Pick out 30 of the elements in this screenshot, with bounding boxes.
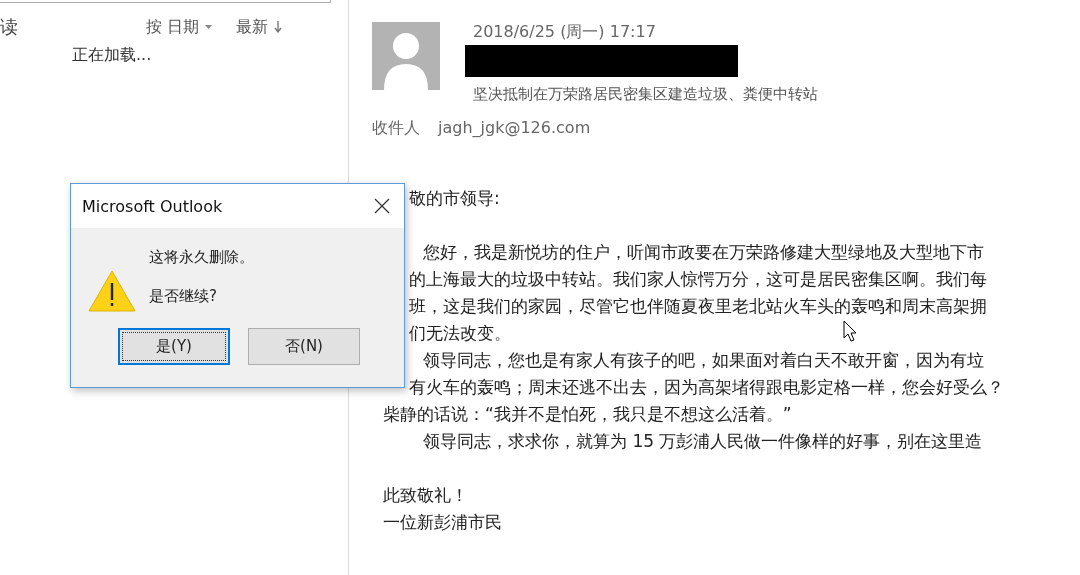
dialog-title: Microsoft Outlook	[82, 196, 223, 216]
dialog-button[interactable]: 是(Y)	[118, 328, 230, 365]
loading-text: 正在加载...	[72, 45, 153, 66]
caret-icon	[205, 25, 213, 29]
body-text-line: 柴静的话说：“我并不是怕死，我只是不想这么活着。”	[383, 403, 792, 426]
message-date: 2018/6/25 (周一) 17:17	[473, 22, 657, 43]
body-text-line: 此致敬礼！	[383, 484, 468, 507]
sort-order-button[interactable]: 最新	[236, 16, 269, 38]
dialog-button[interactable]: 否(N)	[248, 328, 360, 365]
body-text-line: 领导同志，求求你，就算为 15 万彭浦人民做一件像样的好事，别在这里造	[422, 430, 983, 453]
body-text-line: 您好，我是新悦坊的住户，听闻市政要在万荣路修建大型绿地及大型地下市	[422, 241, 984, 264]
body-text-line: 敬的市领导:	[408, 187, 500, 210]
down-arrow-icon	[274, 21, 283, 33]
body-text-line: 们无法改变。	[408, 322, 511, 345]
body-text-line: 领导同志，您也是有家人有孩子的吧，如果面对着白天不敢开窗，因为有垃	[422, 349, 984, 372]
body-text-line: 一位新彭浦市民	[383, 511, 502, 534]
recipient-label: 收件人	[372, 118, 420, 139]
close-icon[interactable]	[374, 198, 390, 214]
body-text-line: 班，这是我们的家园，尽管它也伴随夏夜里老北站火车头的轰鸣和周末高架拥	[408, 295, 987, 318]
recipient-address: jagh_jgk@126.com	[438, 118, 591, 139]
body-text-line: 的上海最大的垃圾中转站。我们家人惊愕万分，这可是居民密集区啊。我们每	[408, 268, 987, 291]
body-text-line: 有火车的轰鸣；周末还逃不出去，因为高架堵得跟电影定格一样，您会好受么？	[408, 376, 1004, 399]
dialog-question: 是否继续?	[149, 287, 218, 306]
dialog-message: 这将永久删除。	[149, 248, 254, 267]
avatar-icon	[372, 22, 440, 90]
message-subject: 坚决抵制在万荣路居民密集区建造垃圾、粪便中转站	[473, 85, 818, 104]
filter-tab[interactable]: 读	[0, 15, 146, 39]
warning-icon	[88, 270, 136, 312]
sort-by-button[interactable]: 按 日期	[146, 16, 200, 38]
mouse-pointer-icon	[843, 320, 857, 342]
